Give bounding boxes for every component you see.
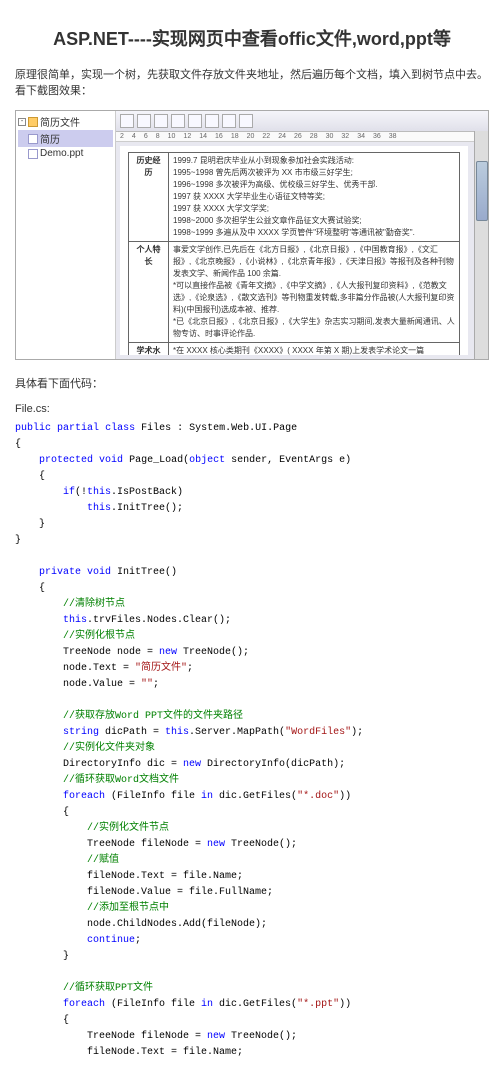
toolbar-button[interactable] [137,114,151,128]
scroll-thumb[interactable] [476,161,488,221]
doc-content: 历史经历1999.7 昆明君庆毕业从小到现象参加社会实践活动: 1995~199… [120,146,468,355]
doc-toolbar [116,111,488,132]
toolbar-button[interactable] [120,114,134,128]
doc-row-label: 历史经历 [129,153,169,242]
toolbar-button[interactable] [205,114,219,128]
tree-root-label: 简历文件 [40,114,80,129]
tree-item-label: Demo.ppt [40,148,83,159]
document-viewer: 2468101214161820222426283032343638 历史经历1… [116,111,488,359]
tree-item-ppt[interactable]: Demo.ppt [18,147,113,160]
page-title: ASP.NET----实现网页中查看offic文件,word,ppt等 [15,25,489,51]
vertical-scrollbar[interactable] [474,131,488,359]
doc-row-text: 事爱文学创作,已先后在《北方日报》,《北京日报》,《中国教育报》,《文汇报》,《… [169,242,460,343]
toolbar-button[interactable] [188,114,202,128]
tree-root[interactable]: - 简历文件 [18,113,113,130]
toolbar-button[interactable] [222,114,236,128]
file-icon [28,134,38,144]
collapse-icon[interactable]: - [18,118,26,126]
toolbar-button[interactable] [171,114,185,128]
doc-row-text: *在 XXXX 核心类期刊《XXXX》( XXXX 年第 X 期)上发表学术论文… [169,343,460,356]
screenshot-panel: - 简历文件 简历 Demo.ppt 246810121416182022242… [15,110,489,360]
subheading: 具体看下面代码： [15,375,489,391]
ruler: 2468101214161820222426283032343638 [116,132,488,142]
toolbar-button[interactable] [154,114,168,128]
toolbar-button[interactable] [239,114,253,128]
tree-item-doc[interactable]: 简历 [18,130,113,147]
tree-item-label: 简历 [40,131,60,146]
doc-row-label: 个人特长 [129,242,169,343]
code-block: public partial class Files : System.Web.… [15,421,489,1061]
doc-row-label: 学术水平 [129,343,169,356]
filename-label: File.cs: [15,403,489,415]
doc-row-text: 1999.7 昆明君庆毕业从小到现象参加社会实践活动: 1995~1998 曾先… [169,153,460,242]
folder-icon [28,117,38,127]
file-icon [28,149,38,159]
tree-pane: - 简历文件 简历 Demo.ppt [16,111,116,359]
intro-text: 原理很简单，实现一个树，先获取文件存放文件夹地址，然后遍历每个文档，填入到树节点… [15,66,489,98]
